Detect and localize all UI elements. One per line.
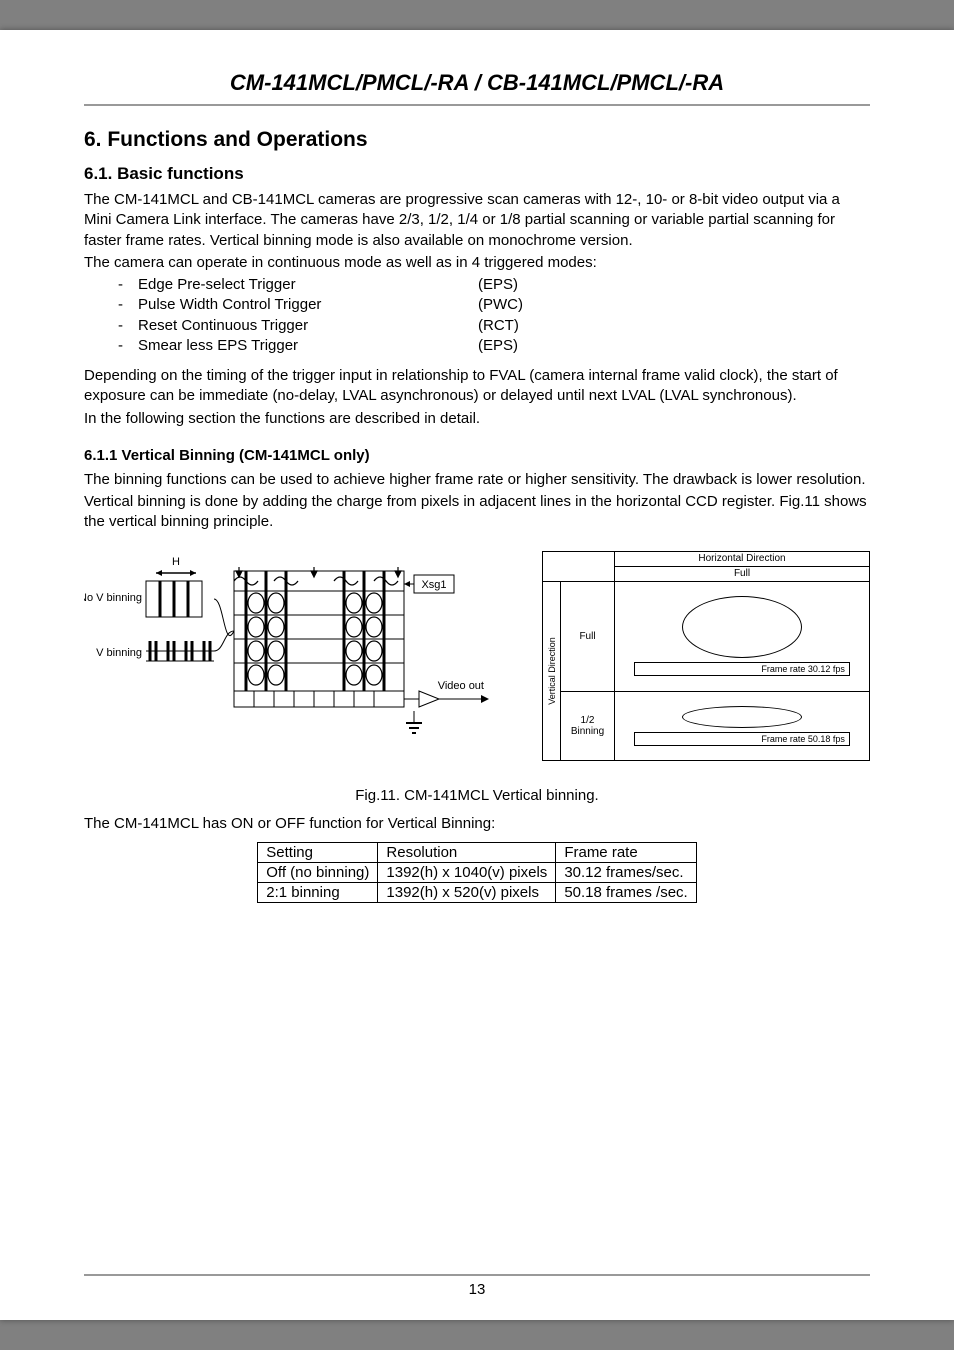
mode-code: (EPS) [478, 336, 518, 356]
binning-table: Setting Resolution Frame rate Off (no bi… [257, 842, 696, 903]
dash-bullet: - [118, 275, 138, 295]
body-paragraph: The CM-141MCL and CB-141MCL cameras are … [84, 190, 870, 251]
h-label: H [172, 556, 180, 568]
horizontal-direction-label: Horizontal Direction [615, 552, 869, 567]
mode-name: Edge Pre-select Trigger [138, 275, 478, 295]
table-cell: 2:1 binning [258, 882, 378, 902]
figure-row: H No V binning V binning [84, 551, 870, 761]
xsg1-label: Xsg1 [421, 579, 446, 591]
subsubsection-title: 6.1.1 Vertical Binning (CM-141MCL only) [84, 447, 870, 464]
table-row: 2:1 binning 1392(h) x 520(v) pixels 50.1… [258, 882, 696, 902]
table-header: Frame rate [556, 842, 696, 862]
table-cell: 1392(h) x 520(v) pixels [378, 882, 556, 902]
table-header-row: Setting Resolution Frame rate [258, 842, 696, 862]
table-row: Off (no binning) 1392(h) x 1040(v) pixel… [258, 862, 696, 882]
page: CM-141MCL/PMCL/-RA / CB-141MCL/PMCL/-RA … [0, 30, 954, 1320]
list-item: - Edge Pre-select Trigger (EPS) [118, 275, 870, 295]
body-paragraph: The binning functions can be used to ach… [84, 470, 870, 490]
mode-name: Pulse Width Control Trigger [138, 295, 478, 315]
section-title: 6. Functions and Operations [84, 128, 870, 152]
row-full-label: Full [561, 582, 615, 691]
mode-name: Smear less EPS Trigger [138, 336, 478, 356]
mode-name: Reset Continuous Trigger [138, 316, 478, 336]
figure-caption: Fig.11. CM-141MCL Vertical binning. [84, 787, 870, 804]
dash-bullet: - [118, 316, 138, 336]
table-cell: 30.12 frames/sec. [556, 862, 696, 882]
header-title: CM-141MCL/PMCL/-RA / CB-141MCL/PMCL/-RA [84, 70, 870, 96]
table-cell: Off (no binning) [258, 862, 378, 882]
trigger-mode-list: - Edge Pre-select Trigger (EPS) - Pulse … [118, 275, 870, 356]
mode-code: (EPS) [478, 275, 518, 295]
list-item: - Smear less EPS Trigger (EPS) [118, 336, 870, 356]
ellipse-icon [682, 596, 802, 658]
body-paragraph: In the following section the functions a… [84, 409, 870, 429]
list-item: - Reset Continuous Trigger (RCT) [118, 316, 870, 336]
row-binning-label: 1/2 Binning [561, 692, 615, 760]
mode-code: (PWC) [478, 295, 523, 315]
frame-rate-binning: Frame rate 50.18 fps [634, 732, 850, 746]
subsection-title: 6.1. Basic functions [84, 164, 870, 184]
header-rule [84, 104, 870, 106]
v-binning-label: V binning [96, 647, 142, 659]
body-paragraph: The CM-141MCL has ON or OFF function for… [84, 814, 870, 834]
table-cell: 1392(h) x 1040(v) pixels [378, 862, 556, 882]
full-top-label: Full [615, 567, 869, 581]
page-number: 13 [0, 1281, 954, 1298]
dash-bullet: - [118, 295, 138, 315]
table-cell: 50.18 frames /sec. [556, 882, 696, 902]
body-paragraph: Depending on the timing of the trigger i… [84, 366, 870, 407]
frame-rate-full: Frame rate 30.12 fps [634, 662, 850, 676]
binning-frame-rate-diagram: Horizontal Direction Full Vertical Direc… [542, 551, 870, 761]
footer-rule [84, 1274, 870, 1276]
vertical-direction-label: Vertical Direction [547, 637, 557, 705]
table-header: Setting [258, 842, 378, 862]
body-paragraph: The camera can operate in continuous mod… [84, 253, 870, 273]
video-out-label: Video out [438, 680, 484, 692]
table-header: Resolution [378, 842, 556, 862]
body-paragraph: Vertical binning is done by adding the c… [84, 492, 870, 533]
no-v-binning-label: No V binning [84, 592, 142, 604]
ellipse-icon [682, 706, 802, 728]
mode-code: (RCT) [478, 316, 519, 336]
list-item: - Pulse Width Control Trigger (PWC) [118, 295, 870, 315]
dash-bullet: - [118, 336, 138, 356]
binning-principle-diagram: H No V binning V binning [84, 551, 534, 761]
